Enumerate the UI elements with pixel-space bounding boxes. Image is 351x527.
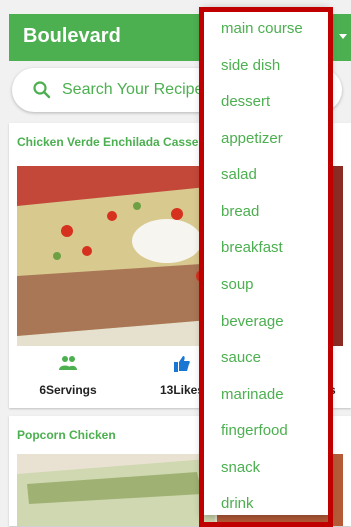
menu-item-appetizer[interactable]: appetizer xyxy=(221,130,283,147)
caret-down-icon[interactable] xyxy=(339,34,347,39)
menu-item-dessert[interactable]: dessert xyxy=(221,93,270,110)
menu-item-beverage[interactable]: beverage xyxy=(221,313,284,330)
menu-item-marinade[interactable]: marinade xyxy=(221,386,284,403)
recipe-title: Popcorn Chicken xyxy=(17,428,116,442)
menu-item-sauce[interactable]: sauce xyxy=(221,349,261,366)
people-icon xyxy=(59,356,77,370)
servings-label: 6Servings xyxy=(39,383,97,397)
menu-item-side-dish[interactable]: side dish xyxy=(221,57,280,74)
menu-item-snack[interactable]: snack xyxy=(221,459,260,476)
recipe-title: Chicken Verde Enchilada Casserole xyxy=(17,135,221,149)
category-menu: main course side dish dessert appetizer … xyxy=(202,7,329,515)
menu-item-drink[interactable]: drink xyxy=(221,495,254,512)
menu-item-fingerfood[interactable]: fingerfood xyxy=(221,422,288,439)
servings-stat: 6Servings xyxy=(13,355,123,397)
app-title: Boulevard xyxy=(23,25,121,47)
thumbs-up-icon[interactable] xyxy=(173,355,191,373)
menu-item-salad[interactable]: salad xyxy=(221,166,257,183)
menu-item-soup[interactable]: soup xyxy=(221,276,254,293)
menu-item-main-course[interactable]: main course xyxy=(221,20,303,37)
menu-item-breakfast[interactable]: breakfast xyxy=(221,239,283,256)
menu-item-bread[interactable]: bread xyxy=(221,203,259,220)
search-icon xyxy=(33,81,51,99)
